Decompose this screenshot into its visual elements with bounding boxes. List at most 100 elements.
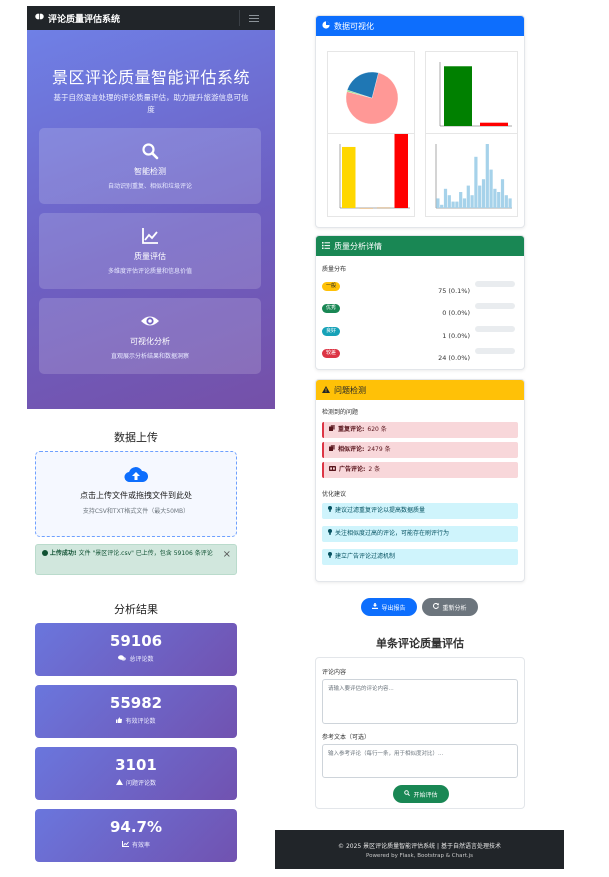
reanalyze-button[interactable]: 重新分析 [422,598,478,616]
problem-item: 重复评论: 620 条 [322,422,518,438]
quality-row: 良好 1 (0.0%) [322,326,518,340]
search-icon [404,790,411,798]
problem-label: 相似评论: [338,446,365,453]
problem-value: 2479 条 [367,446,391,453]
viz-card-header: 数据可视化 [316,16,524,36]
footer-copyright: © 2025 景区评论质量智能评估系统 | 基于自然语言处理技术 [338,843,501,850]
content-textarea[interactable]: 请输入要评估的评论内容... [322,679,518,724]
quality-badge: 一般 [322,282,341,291]
problem-value: 620 条 [367,426,387,433]
hero-title: 景区评论质量智能评估系统 [51,68,250,87]
quality-title: 质量分析详情 [334,241,382,251]
feature-desc: 自动识别重复、相似和垃圾评论 [107,183,192,190]
stat-card-problem: 3101 问题评论数 [35,747,237,800]
quality-card-header: 质量分析详情 [316,236,524,256]
lightbulb-icon [328,549,332,565]
problem-item: 广告评论: 2 条 [322,462,518,478]
comments-icon [118,654,127,663]
start-eval-button[interactable]: 开始评估 [393,785,449,803]
quality-value: 0 (0.0%) [442,309,470,317]
feature-card-detect: 智能检测 自动识别重复、相似和垃圾评论 [39,128,261,204]
feature-desc: 直观展示分析结果和数据洞察 [110,353,189,360]
stat-label: 总评论数 [129,656,154,663]
chart-pie [327,51,415,135]
histogram-svg [435,144,512,209]
problems-title: 问题检测 [334,385,366,395]
suggestion-item: 建议过滤重复评论以提高数据质量 [322,503,518,519]
upload-dropzone[interactable]: 点击上传文件或拖拽文件到此处 支持CSV和TXT格式文件（最大50MB） [35,451,237,537]
suggestion-text: 建立广告评论过滤机制 [335,553,396,560]
bar [485,144,489,208]
close-icon[interactable]: × [223,550,231,560]
quality-dist-label: 质量分布 [322,266,347,273]
results-section-title: 分析结果 [114,603,158,616]
pie-chart-icon [322,21,330,31]
list-icon [322,241,330,251]
export-report-button[interactable]: 导出报告 [361,598,417,616]
upload-hint: 支持CSV和TXT格式文件（最大50MB） [82,508,190,515]
stat-card-total: 59106 总评论数 [35,623,237,676]
warning-icon [115,778,123,787]
feature-card-quality: 质量评估 多维度评估评论质量和信息价值 [39,213,261,289]
feature-name: 智能检测 [134,167,166,176]
stat-value: 94.7% [109,818,163,836]
reference-textarea[interactable]: 输入参考评论（每行一条，用于相似度对比）... [322,744,518,778]
bar-svg [339,134,410,209]
feature-card-visual: 可视化分析 直观展示分析结果和数据洞察 [39,298,261,374]
stat-label: 有效评论数 [125,718,156,725]
quality-badge: 较差 [322,349,341,358]
hero-subtitle: 基于自然语言处理的评论质量评估，助力提升旅游信息可信度 [53,93,249,114]
quality-badge: 良好 [322,327,341,336]
quality-row: 优秀 0 (0.0%) [322,303,518,317]
suggestion-text: 关注相似度过高的评论，可能存在刷评行为 [335,530,450,537]
quality-badge: 优秀 [322,304,341,313]
bar [444,66,472,126]
copy-icon [329,422,335,438]
navbar-brand[interactable]: 评论质量评估系统 [35,12,120,25]
quality-progress-bar [475,326,515,332]
bar [489,169,493,208]
cloud-upload-icon [36,466,236,484]
upload-success-alert: 上传成功! 文件 "景区评论.csv" 已上传，包含 59106 条评论 × [35,544,237,575]
quality-row: 一般 75 (0.1%) [322,281,518,295]
bar [493,188,497,208]
quality-progress-bar [475,303,515,309]
chart-bar-problems [327,133,415,217]
warning-icon [322,385,330,395]
problem-value: 2 条 [368,466,381,473]
suggestions-label: 优化建议 [322,491,347,498]
brain-icon [35,12,44,24]
hero-section: 景区评论质量智能评估系统 基于自然语言处理的评论质量评估，助力提升旅游信息可信度… [27,30,275,409]
suggestion-text: 建议过滤重复评论以提高数据质量 [335,507,426,514]
navbar: 评论质量评估系统 [27,6,275,30]
pie-svg [345,71,399,125]
problems-card-header: 问题检测 [316,380,524,400]
reference-label: 参考文本（可选） [322,734,371,741]
bar [451,201,455,208]
bar [436,198,440,208]
stat-label: 有效率 [131,842,150,849]
content-label: 评论内容 [322,669,347,676]
suggestion-item: 建立广告评论过滤机制 [322,549,518,565]
problem-item: 相似评论: 2479 条 [322,442,518,458]
bar [447,195,451,208]
footer: © 2025 景区评论质量智能评估系统 | 基于自然语言处理技术 Powered… [275,830,564,869]
bar [497,192,501,208]
check-circle-icon [42,550,48,556]
bar [455,201,459,208]
bar [500,179,505,208]
search-icon [39,142,261,160]
problem-label: 广告评论: [339,466,366,473]
bar [394,134,408,208]
brand-text: 评论质量评估系统 [48,14,121,25]
quality-value: 75 (0.1%) [438,287,470,295]
reanalyze-label: 重新分析 [442,604,467,612]
bar-svg [439,62,512,127]
chart-line-icon [39,227,261,245]
stat-value: 59106 [109,632,163,650]
bar [481,179,486,208]
navbar-toggler[interactable] [239,10,267,26]
bar [342,146,356,208]
quality-value: 1 (0.0%) [442,332,470,340]
quality-progress-bar [475,281,515,287]
